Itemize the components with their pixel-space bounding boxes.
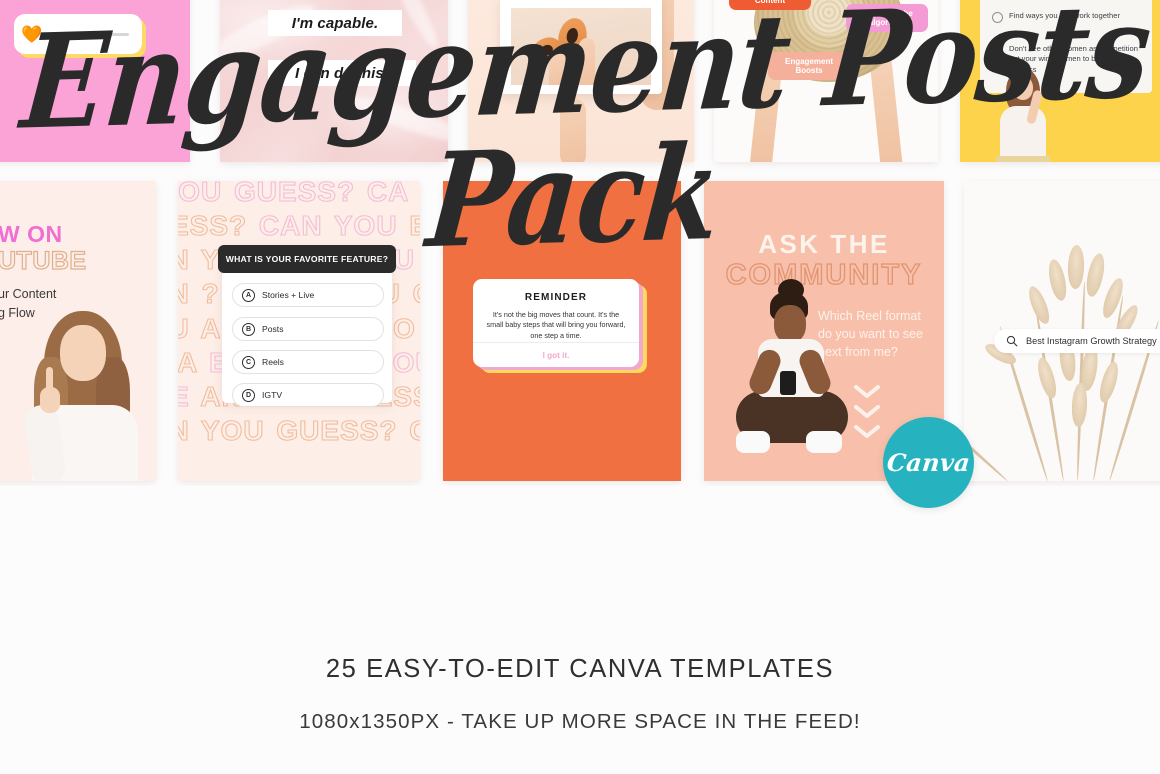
plume (1083, 251, 1108, 299)
chevron-down-icon (854, 385, 880, 398)
plume (1045, 257, 1070, 303)
search-icon (1006, 335, 1018, 347)
option-label: Posts (262, 324, 284, 334)
ask-headline-line2: COMMUNITY (725, 258, 923, 291)
option-letter: D (242, 388, 255, 402)
pampas-grass-graphic (964, 241, 1160, 481)
option-label: Stories + Live (262, 290, 315, 300)
plume (1096, 359, 1122, 405)
option-label: IGTV (262, 390, 283, 400)
plume (1067, 244, 1085, 290)
youtube-subtext-line1: ur Content (0, 287, 57, 301)
product-preview-page: 🧡 I'm capable. I can do this! papayas. (0, 0, 1160, 774)
reminder-body: It's not the big moves that count. It's … (486, 310, 626, 340)
option-letter: B (242, 322, 255, 336)
canva-logo-text: Canva (885, 448, 972, 477)
chevron-down-icon (854, 405, 880, 418)
plume (1070, 382, 1089, 428)
search-input[interactable]: Best Instagram Growth Strategy (994, 329, 1160, 353)
option-label: Reels (262, 357, 284, 367)
shoe-graphic (806, 431, 842, 453)
product-subtitle: 25 EASY-TO-EDIT CANVA TEMPLATES (325, 655, 835, 683)
poll-option-d[interactable]: D IGTV (232, 383, 384, 407)
chevron-down-icon-group (854, 385, 894, 445)
plume (1034, 355, 1060, 401)
canva-logo-badge: Canva (883, 417, 974, 508)
poll-option-b[interactable]: B Posts (232, 317, 384, 341)
product-tagline: 1080x1350PX - TAKE UP MORE SPACE IN THE … (299, 710, 861, 733)
reminder-card: REMINDER It's not the big moves that cou… (473, 279, 639, 367)
plume (1025, 283, 1053, 327)
reminder-title: REMINDER (524, 292, 588, 303)
search-query-text: Best Instagram Growth Strategy (1026, 336, 1157, 346)
reminder-cta-button[interactable]: I got it. (473, 343, 639, 367)
face-graphic (60, 325, 106, 381)
poll-option-a[interactable]: A Stories + Live (232, 283, 384, 307)
shoe-graphic (736, 431, 770, 453)
woman-with-phone-graphic (728, 279, 854, 481)
phone-graphic (780, 371, 796, 395)
finger-graphic (46, 367, 53, 391)
option-letter: A (242, 288, 255, 302)
face-graphic (774, 305, 806, 343)
chevron-down-icon (854, 425, 880, 438)
woman-pointing-graphic (22, 309, 146, 481)
option-letter: C (242, 355, 255, 369)
poll-option-c[interactable]: C Reels (232, 350, 384, 374)
page-title: Engagement Posts Pack (16, 0, 1157, 277)
